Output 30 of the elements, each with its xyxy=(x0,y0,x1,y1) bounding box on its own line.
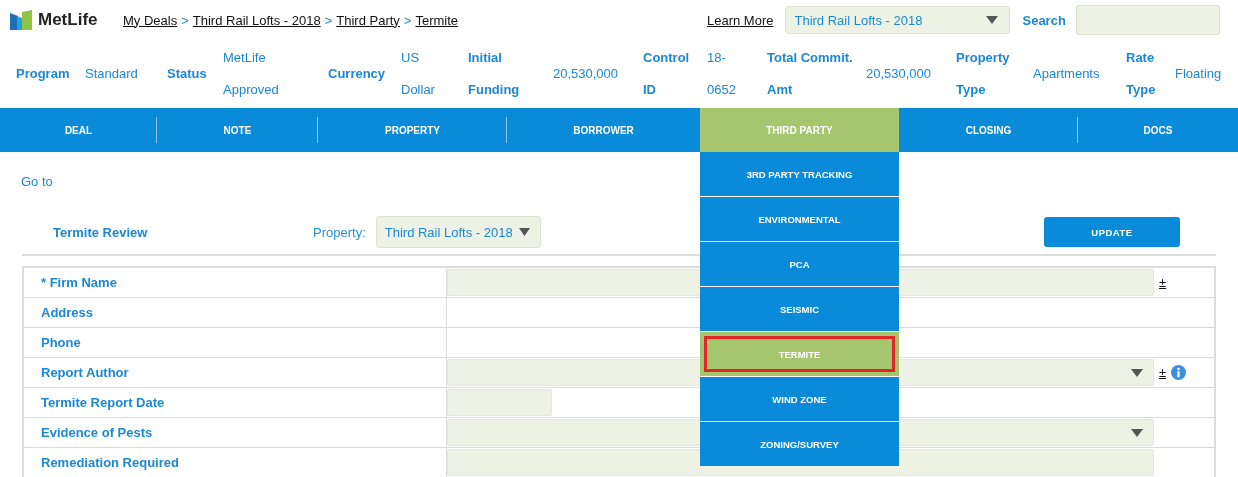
summary-label: Property Type xyxy=(956,49,1011,99)
field-label: Phone xyxy=(41,335,81,350)
field-label: Termite Report Date xyxy=(41,395,165,410)
summary-label: Initial Funding xyxy=(468,49,521,99)
field-label: * Firm Name xyxy=(41,275,117,290)
breadcrumb-separator: > xyxy=(403,12,412,28)
summary-label: Total Commit. Amt xyxy=(767,49,854,99)
summary-label: Rate Type xyxy=(1126,49,1157,99)
summary-value: Floating xyxy=(1175,65,1223,83)
summary-value: US Dollar xyxy=(401,49,436,99)
summary-label: Control ID xyxy=(643,49,691,99)
summary-value: 20,530,000 xyxy=(553,65,620,83)
field-label: Address xyxy=(41,305,94,320)
section-title: Termite Review xyxy=(53,224,149,240)
field-label: Remediation Required xyxy=(41,455,179,470)
summary-value: Apartments xyxy=(1033,65,1101,83)
summary-label: Program xyxy=(16,65,71,83)
logo-text: MetLife xyxy=(38,10,98,30)
field-label: Evidence of Pests xyxy=(41,425,153,440)
field-label: Report Author xyxy=(41,365,129,380)
summary-value: 20,530,000 xyxy=(866,65,933,83)
search-label: Search xyxy=(1022,12,1066,28)
summary-label: Currency xyxy=(328,65,387,83)
summary-value: Standard xyxy=(85,65,139,83)
property-label: Property: xyxy=(313,224,366,240)
breadcrumb-separator: > xyxy=(324,12,333,28)
summary-value: MetLife Approved xyxy=(223,49,280,99)
breadcrumb-separator: > xyxy=(181,12,189,28)
summary-label: Status xyxy=(167,65,208,83)
summary-value: 18-0652 xyxy=(707,49,737,99)
